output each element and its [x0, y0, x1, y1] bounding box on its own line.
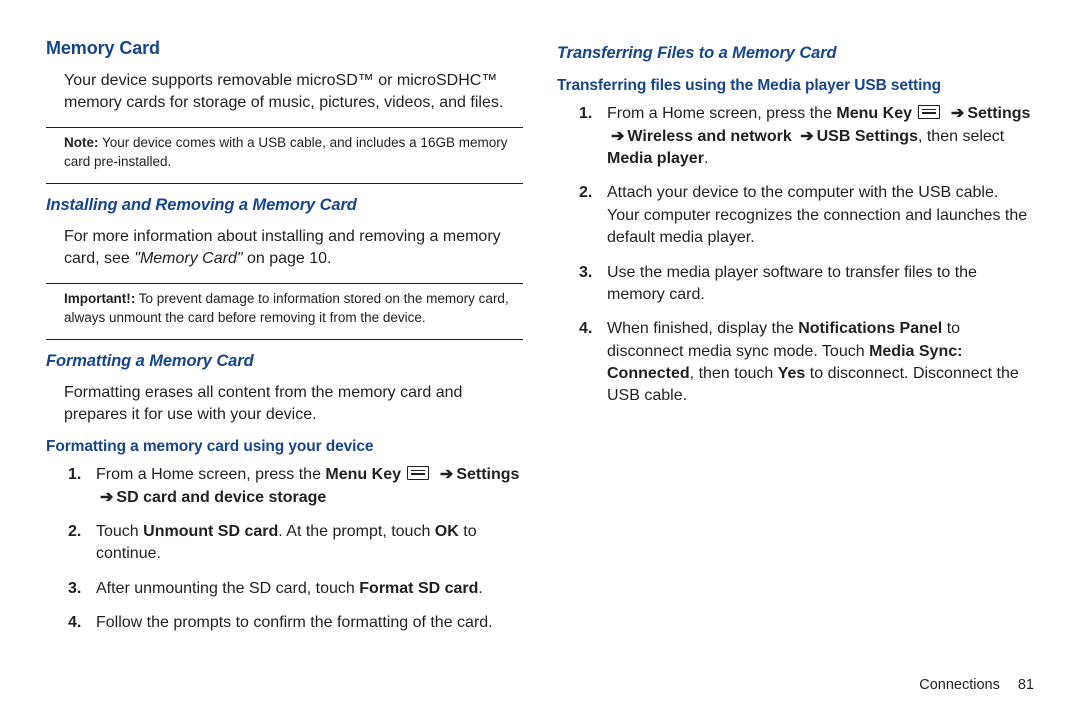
menu-key-label: Menu Key: [325, 466, 401, 483]
list-item: Attach your device to the computer with …: [579, 182, 1034, 261]
divider: [46, 283, 523, 284]
xref-memory-card: "Memory Card": [134, 250, 242, 267]
install-text: For more information about installing an…: [46, 226, 523, 269]
note-label: Note:: [64, 135, 99, 150]
subheading-media-player: Transferring files using the Media playe…: [557, 76, 1034, 97]
right-column: Transferring Files to a Memory Card Tran…: [557, 36, 1034, 698]
formatting-body: Formatting erases all content from the m…: [46, 382, 523, 425]
divider: [46, 339, 523, 340]
arrow-icon: ➔: [440, 466, 453, 483]
page: Memory Card Your device supports removab…: [0, 0, 1080, 720]
arrow-icon: ➔: [100, 489, 113, 506]
note-box: Note: Your device comes with a USB cable…: [46, 132, 523, 174]
heading-transferring: Transferring Files to a Memory Card: [557, 42, 1034, 64]
menu-key-icon: [918, 105, 940, 119]
footer-page-number: 81: [1018, 677, 1034, 693]
important-label: Important!:: [64, 291, 135, 306]
subheading-formatting-device: Formatting a memory card using your devi…: [46, 437, 523, 458]
arrow-icon: ➔: [611, 128, 624, 145]
left-column: Memory Card Your device supports removab…: [46, 36, 523, 698]
formatting-steps: From a Home screen, press the Menu Key ➔…: [46, 464, 523, 646]
intro-text: Your device supports removable microSD™ …: [46, 70, 523, 113]
list-item: When finished, display the Notifications…: [579, 318, 1034, 420]
menu-key-icon: [407, 466, 429, 480]
divider: [46, 127, 523, 128]
list-item: Follow the prompts to confirm the format…: [68, 612, 523, 646]
heading-formatting: Formatting a Memory Card: [46, 350, 523, 372]
arrow-icon: ➔: [800, 128, 813, 145]
transfer-steps: From a Home screen, press the Menu Key ➔…: [557, 103, 1034, 420]
menu-key-label: Menu Key: [836, 105, 912, 122]
important-box: Important!: To prevent damage to informa…: [46, 288, 523, 330]
note-text: Your device comes with a USB cable, and …: [64, 135, 507, 168]
list-item: From a Home screen, press the Menu Key ➔…: [68, 464, 523, 521]
list-item: Use the media player software to transfe…: [579, 262, 1034, 319]
footer-section: Connections: [919, 677, 1000, 693]
list-item: After unmounting the SD card, touch Form…: [68, 578, 523, 612]
list-item: From a Home screen, press the Menu Key ➔…: [579, 103, 1034, 182]
arrow-icon: ➔: [951, 105, 964, 122]
page-footer: Connections 81: [919, 676, 1034, 696]
divider: [46, 183, 523, 184]
heading-memory-card: Memory Card: [46, 36, 523, 60]
list-item: Touch Unmount SD card. At the prompt, to…: [68, 521, 523, 578]
heading-install-remove: Installing and Removing a Memory Card: [46, 194, 523, 216]
